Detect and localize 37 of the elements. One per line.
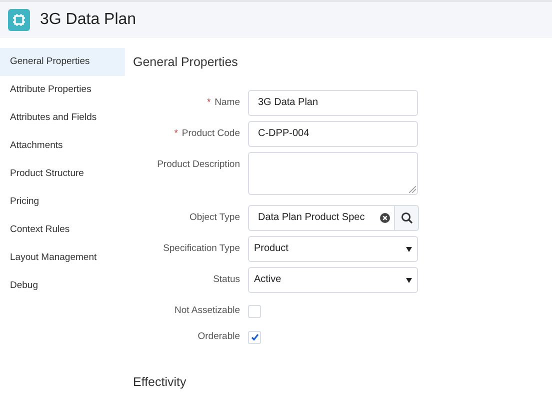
dropdown-arrow-icon <box>406 246 412 252</box>
text-field[interactable]: C-DPP-004 <box>248 121 418 147</box>
checkbox[interactable] <box>248 304 261 318</box>
sidebar-item[interactable]: Layout Management <box>0 244 125 272</box>
field-label: Specification Type <box>163 243 240 254</box>
resize-handle-icon <box>409 186 416 193</box>
section-heading: General Properties <box>133 54 239 71</box>
sidebar-item[interactable]: General Properties <box>0 48 125 76</box>
field-label: Orderable <box>198 331 240 342</box>
field-label: Object Type <box>189 212 240 223</box>
sidebar-item[interactable]: Product Structure <box>0 160 125 188</box>
checkbox[interactable] <box>248 330 261 344</box>
clear-icon[interactable] <box>380 213 390 223</box>
search-icon <box>400 212 412 224</box>
sidebar-item[interactable]: Attributes and Fields <box>0 104 125 132</box>
field-label: Status <box>213 274 240 285</box>
lookup-field[interactable]: Data Plan Product Spec <box>248 205 395 231</box>
field-label: Product Code <box>182 128 240 139</box>
sidebar-item[interactable]: Attachments <box>0 132 125 160</box>
page-title: 3G Data Plan <box>40 11 136 29</box>
field-label: Not Assetizable <box>174 305 240 316</box>
required-marker: * <box>206 97 211 108</box>
select-field[interactable]: Active <box>248 267 418 293</box>
text-field[interactable]: 3G Data Plan <box>248 90 418 116</box>
required-marker: * <box>174 128 178 139</box>
search-button[interactable] <box>395 205 419 231</box>
sidebar-item[interactable]: Context Rules <box>0 216 125 244</box>
section-heading: Effectivity <box>133 374 188 391</box>
sidebar-item[interactable]: Debug <box>0 272 125 300</box>
chip-icon <box>8 9 30 31</box>
dropdown-arrow-icon <box>406 278 412 282</box>
sidebar-item[interactable]: Pricing <box>0 188 125 216</box>
select-field[interactable]: Product <box>248 236 418 262</box>
field-label: Product Description <box>157 159 240 170</box>
textarea-field[interactable] <box>248 152 418 195</box>
sidebar-item[interactable]: Attribute Properties <box>0 76 125 104</box>
field-label: Name <box>214 97 240 108</box>
